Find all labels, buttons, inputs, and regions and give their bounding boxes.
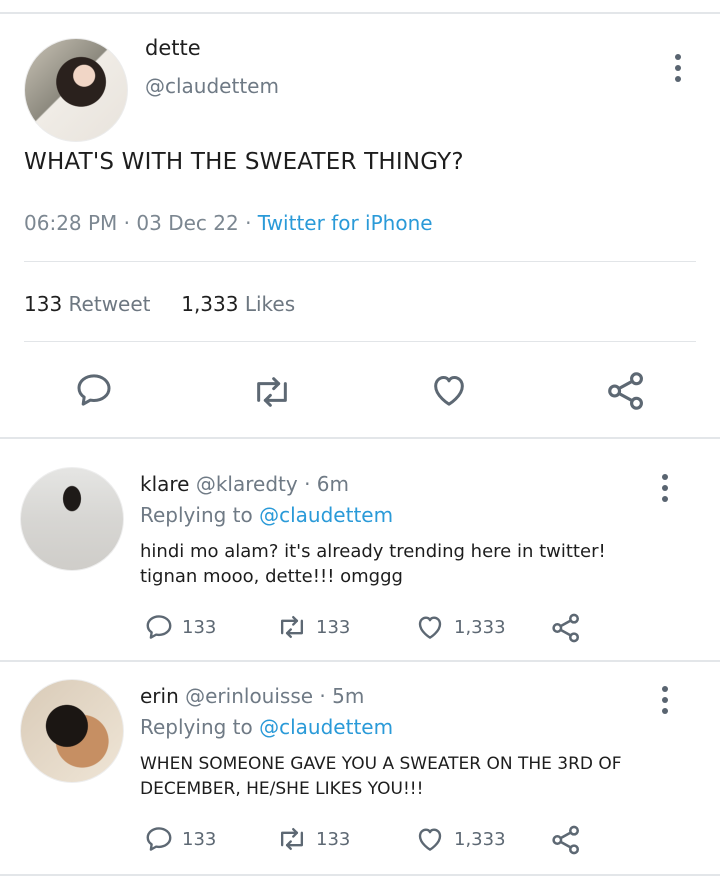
share-button[interactable] — [605, 370, 647, 412]
tweet-date: 03 Dec 22 — [136, 211, 239, 235]
replying-label: Replying to — [140, 715, 253, 739]
reply-header: erin @erinlouisse · 5m — [140, 684, 365, 708]
comment-count: 133 — [182, 616, 217, 638]
share-icon — [552, 613, 579, 643]
divider — [24, 261, 696, 262]
share-button[interactable] — [550, 824, 582, 856]
retweet-label[interactable]: Retweet — [69, 292, 151, 316]
avatar[interactable] — [20, 467, 124, 571]
share-button[interactable] — [550, 612, 582, 644]
replying-label: Replying to — [140, 503, 253, 527]
like-button[interactable] — [428, 370, 470, 410]
like-count[interactable]: 1,333 — [181, 292, 238, 316]
heart-icon — [418, 616, 442, 639]
section-divider — [0, 437, 720, 439]
reply-text: WHEN SOMEONE GAVE YOU A SWEATER ON THE 3… — [140, 754, 622, 799]
like-count: 1,333 — [454, 616, 506, 638]
author-handle[interactable]: @erinlouisse — [185, 684, 313, 708]
retweet-button[interactable]: 133 — [276, 612, 350, 642]
retweet-icon — [257, 377, 287, 407]
heart-icon — [434, 376, 464, 406]
like-button[interactable]: 1,333 — [414, 612, 506, 642]
divider — [24, 341, 696, 342]
like-button[interactable]: 1,333 — [414, 824, 506, 854]
reply-tweet: klare @klaredty · 6m Replying to @claude… — [0, 440, 720, 660]
like-count: 1,333 — [454, 828, 506, 850]
retweet-icon — [280, 827, 304, 851]
author-handle[interactable]: @claudettem — [145, 74, 279, 98]
like-label[interactable]: Likes — [245, 292, 295, 316]
reply-time: 5m — [332, 684, 365, 708]
comment-count: 133 — [182, 828, 217, 850]
tweet-text: WHAT'S WITH THE SWEATER THINGY? — [24, 149, 464, 175]
retweet-button[interactable]: 133 — [276, 824, 350, 854]
replying-to-link[interactable]: @claudettem — [259, 503, 393, 527]
tweet-source-link[interactable]: Twitter for iPhone — [258, 211, 433, 235]
share-icon — [552, 825, 579, 855]
comment-button[interactable]: 133 — [144, 612, 216, 642]
more-options-icon[interactable] — [660, 474, 670, 502]
comment-button[interactable]: 133 — [144, 824, 216, 854]
section-divider — [0, 874, 720, 876]
tweet-stats: 133 Retweet 1,333 Likes — [24, 292, 295, 316]
reply-tweet: erin @erinlouisse · 5m Replying to @clau… — [0, 662, 720, 874]
share-icon — [608, 372, 643, 410]
comment-icon — [77, 374, 111, 406]
comment-button[interactable] — [74, 370, 114, 410]
author-handle[interactable]: @klaredty — [196, 472, 298, 496]
tweet-meta: 06:28 PM · 03 Dec 22 · Twitter for iPhon… — [24, 211, 433, 235]
retweet-count: 133 — [316, 616, 351, 638]
author-name[interactable]: erin — [140, 684, 179, 708]
avatar[interactable] — [20, 679, 124, 783]
reply-time: 6m — [316, 472, 349, 496]
comment-icon — [146, 827, 172, 851]
comment-icon — [146, 615, 172, 639]
heart-icon — [418, 828, 442, 851]
reply-text: hindi mo alam? it's already trending her… — [140, 541, 606, 587]
retweet-icon — [280, 615, 304, 639]
author-name[interactable]: klare — [140, 472, 189, 496]
more-options-icon[interactable] — [673, 54, 683, 82]
replying-to: Replying to @claudettem — [140, 503, 393, 527]
replying-to: Replying to @claudettem — [140, 715, 393, 739]
replying-to-link[interactable]: @claudettem — [259, 715, 393, 739]
more-options-icon[interactable] — [660, 686, 670, 714]
author-name[interactable]: dette — [145, 36, 201, 60]
retweet-button[interactable] — [250, 372, 294, 412]
retweet-count[interactable]: 133 — [24, 292, 62, 316]
main-tweet: dette @claudettem WHAT'S WITH THE SWEATE… — [0, 14, 720, 438]
reply-header: klare @klaredty · 6m — [140, 472, 349, 496]
retweet-count: 133 — [316, 828, 351, 850]
tweet-time: 06:28 PM — [24, 211, 118, 235]
avatar[interactable] — [24, 38, 128, 142]
